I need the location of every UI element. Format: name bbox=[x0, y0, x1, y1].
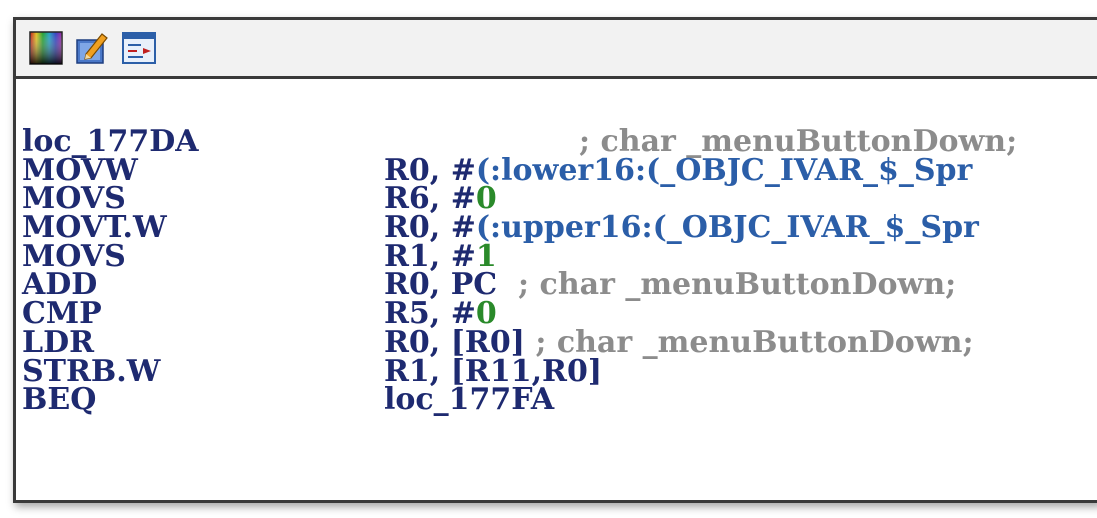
operand-register: loc_177FA bbox=[384, 382, 555, 418]
operands: loc_177FA bbox=[384, 385, 554, 415]
instruction-line[interactable]: ADD R0, PC ; char _menuButtonDown; bbox=[16, 270, 1097, 300]
graph-view-icon[interactable] bbox=[121, 30, 157, 66]
instruction-line[interactable]: MOVW R0, #(:lower16:(_OBJC_IVAR_$_Spr bbox=[16, 155, 1097, 186]
operand-symbol[interactable]: (:upper16:(_OBJC_IVAR_$_Spr bbox=[476, 210, 979, 245]
operand-symbol[interactable]: (:lower16:(_OBJC_IVAR_$_Spr bbox=[476, 153, 972, 188]
disassembly-listing: loc_177DA ; char _menuButtonDown; MOVW R0… bbox=[16, 127, 1097, 418]
edit-pencil-icon[interactable] bbox=[74, 30, 110, 66]
operand-comment: ; char _menuButtonDown; bbox=[497, 267, 957, 303]
mnemonic: BEQ bbox=[22, 382, 97, 418]
instruction-line[interactable]: MOVT.W R0, #(:upper16:(_OBJC_IVAR_$_Spr bbox=[16, 213, 1097, 243]
toolbar bbox=[16, 20, 1097, 79]
instruction-line[interactable]: BEQ loc_177FA bbox=[16, 382, 1097, 418]
instruction-line[interactable]: STRB.W R1, [R11,R0] bbox=[16, 356, 1097, 387]
disassembly-window: loc_177DA ; char _menuButtonDown; MOVW R0… bbox=[13, 17, 1097, 503]
color-palette-icon[interactable] bbox=[28, 30, 64, 66]
